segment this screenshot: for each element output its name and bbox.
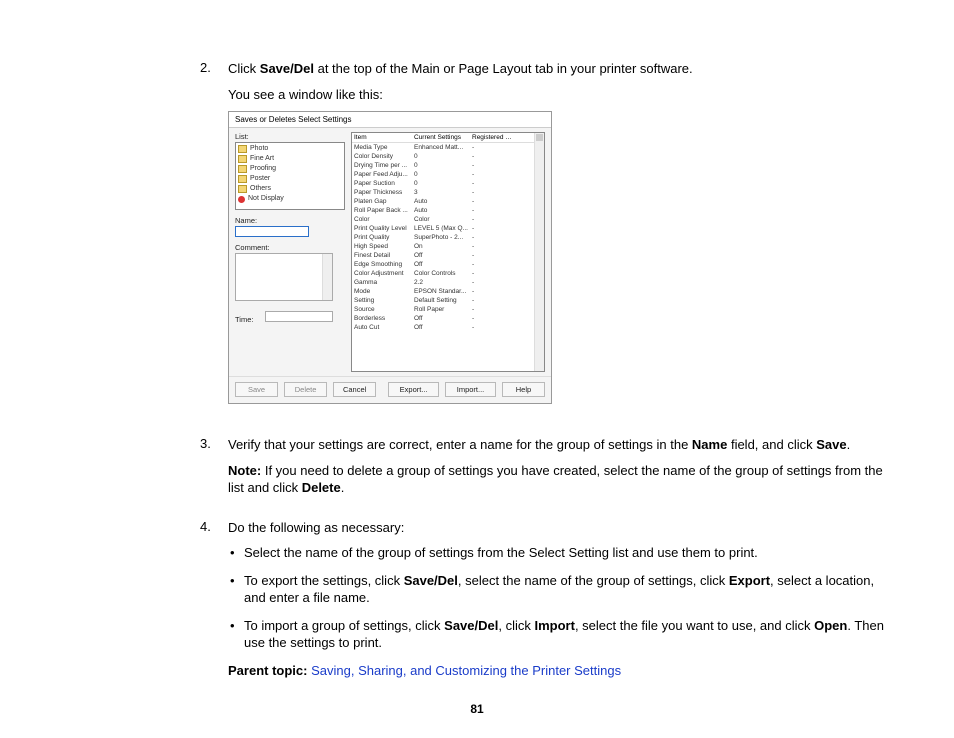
step-2: 2. Click Save/Del at the top of the Main…: [200, 60, 894, 422]
grid-row[interactable]: Media TypeEnhanced Matt...-: [352, 143, 544, 152]
name-label: Name:: [235, 216, 345, 225]
list-label: List:: [235, 132, 345, 141]
grid-header: Item Current Settings Registered Sett...: [352, 133, 544, 143]
grid-row[interactable]: Color Density0-: [352, 152, 544, 161]
import-button[interactable]: Import...: [445, 382, 496, 397]
dialog-left-panel: List: Photo Fine Art Proofing Poster Oth…: [235, 132, 345, 372]
step-3: 3. Verify that your settings are correct…: [200, 436, 894, 505]
grid-row[interactable]: SettingDefault Setting-: [352, 296, 544, 305]
grid-row[interactable]: Auto CutOff-: [352, 323, 544, 332]
step-2-line-1: Click Save/Del at the top of the Main or…: [228, 60, 894, 78]
parent-label: Parent topic:: [228, 663, 307, 678]
step-4: 4. Do the following as necessary: Select…: [200, 519, 894, 688]
time-row: Time:: [235, 311, 345, 325]
comment-label: Comment:: [235, 243, 345, 252]
step-content: Verify that your settings are correct, e…: [228, 436, 894, 505]
grid-row[interactable]: BorderlessOff-: [352, 314, 544, 323]
bold-name: Name: [692, 437, 727, 452]
bold-delete: Delete: [302, 480, 341, 495]
page-number: 81: [0, 702, 954, 716]
bold-save: Save: [816, 437, 846, 452]
list-item: Photo: [238, 144, 342, 154]
grid-row[interactable]: Print QualitySuperPhoto - 2...-: [352, 233, 544, 242]
grid-row[interactable]: ModeEPSON Standar...-: [352, 287, 544, 296]
grid-row[interactable]: High SpeedOn-: [352, 242, 544, 251]
step-3-note: Note: If you need to delete a group of s…: [228, 462, 894, 497]
bullet-1: Select the name of the group of settings…: [228, 544, 894, 562]
grid-row[interactable]: Gamma2.2-: [352, 278, 544, 287]
grid-row[interactable]: Roll Paper Back ...Auto-: [352, 206, 544, 215]
dialog-right-panel: Item Current Settings Registered Sett...…: [351, 132, 545, 372]
folder-icon: [238, 185, 247, 193]
list-item: Proofing: [238, 164, 342, 174]
scrollbar[interactable]: [534, 133, 544, 371]
settings-grid[interactable]: Item Current Settings Registered Sett...…: [351, 132, 545, 372]
folder-icon: [238, 145, 247, 153]
bold-save-del: Save/Del: [260, 61, 314, 76]
parent-topic: Parent topic: Saving, Sharing, and Custo…: [228, 662, 894, 680]
step-content: Click Save/Del at the top of the Main or…: [228, 60, 894, 422]
grid-row[interactable]: Finest DetailOff-: [352, 251, 544, 260]
grid-row[interactable]: Print Quality LevelLEVEL 5 (Max Q...-: [352, 224, 544, 233]
delete-button[interactable]: Delete: [284, 382, 327, 397]
dialog-body: List: Photo Fine Art Proofing Poster Oth…: [229, 128, 551, 376]
name-row: Name:: [235, 216, 345, 239]
grid-row[interactable]: Paper Feed Adju...0-: [352, 170, 544, 179]
folder-icon: [238, 165, 247, 173]
time-label: Time:: [235, 315, 263, 324]
grid-row[interactable]: Drying Time per ...0-: [352, 161, 544, 170]
time-field[interactable]: [265, 311, 333, 322]
note-label: Note:: [228, 463, 261, 478]
step-number: 3.: [200, 436, 228, 505]
settings-listbox[interactable]: Photo Fine Art Proofing Poster Others No…: [235, 142, 345, 210]
folder-icon: [238, 175, 247, 183]
grid-rows: Media TypeEnhanced Matt...-Color Density…: [352, 143, 544, 332]
cancel-button[interactable]: Cancel: [333, 382, 376, 397]
step-4-intro: Do the following as necessary:: [228, 519, 894, 537]
save-button[interactable]: Save: [235, 382, 278, 397]
step-number: 4.: [200, 519, 228, 688]
list-item: Fine Art: [238, 154, 342, 164]
step-content: Do the following as necessary: Select th…: [228, 519, 894, 688]
step-2-line-2: You see a window like this:: [228, 86, 894, 104]
step-list: 2. Click Save/Del at the top of the Main…: [200, 60, 894, 688]
grid-row[interactable]: Paper Thickness3-: [352, 188, 544, 197]
bullet-2: To export the settings, click Save/Del, …: [228, 572, 894, 607]
help-button[interactable]: Help: [502, 382, 545, 397]
name-field[interactable]: [235, 226, 309, 237]
grid-row[interactable]: Color AdjustmentColor Controls-: [352, 269, 544, 278]
bullet-3: To import a group of settings, click Sav…: [228, 617, 894, 652]
export-button[interactable]: Export...: [388, 382, 439, 397]
grid-row[interactable]: Platen GapAuto-: [352, 197, 544, 206]
scrollbar[interactable]: [322, 254, 332, 300]
folder-icon: [238, 155, 247, 163]
step-number: 2.: [200, 60, 228, 422]
page-body: 2. Click Save/Del at the top of the Main…: [0, 0, 954, 732]
parent-link[interactable]: Saving, Sharing, and Customizing the Pri…: [311, 663, 621, 678]
dialog-button-bar: Save Delete Cancel Export... Import... H…: [229, 376, 551, 403]
not-display-icon: [238, 196, 245, 203]
list-item: Poster: [238, 174, 342, 184]
grid-row[interactable]: SourceRoll Paper-: [352, 305, 544, 314]
list-item: Not Display: [238, 194, 342, 204]
list-item: Others: [238, 184, 342, 194]
grid-row[interactable]: Paper Suction0-: [352, 179, 544, 188]
dialog-saves-deletes: Saves or Deletes Select Settings List: P…: [228, 111, 552, 404]
grid-row[interactable]: Edge SmoothingOff-: [352, 260, 544, 269]
step-4-bullets: Select the name of the group of settings…: [228, 544, 894, 652]
step-3-line-1: Verify that your settings are correct, e…: [228, 436, 894, 454]
comment-field[interactable]: [235, 253, 333, 301]
comment-row: Comment:: [235, 243, 345, 301]
dialog-title: Saves or Deletes Select Settings: [229, 112, 551, 128]
grid-row[interactable]: ColorColor-: [352, 215, 544, 224]
